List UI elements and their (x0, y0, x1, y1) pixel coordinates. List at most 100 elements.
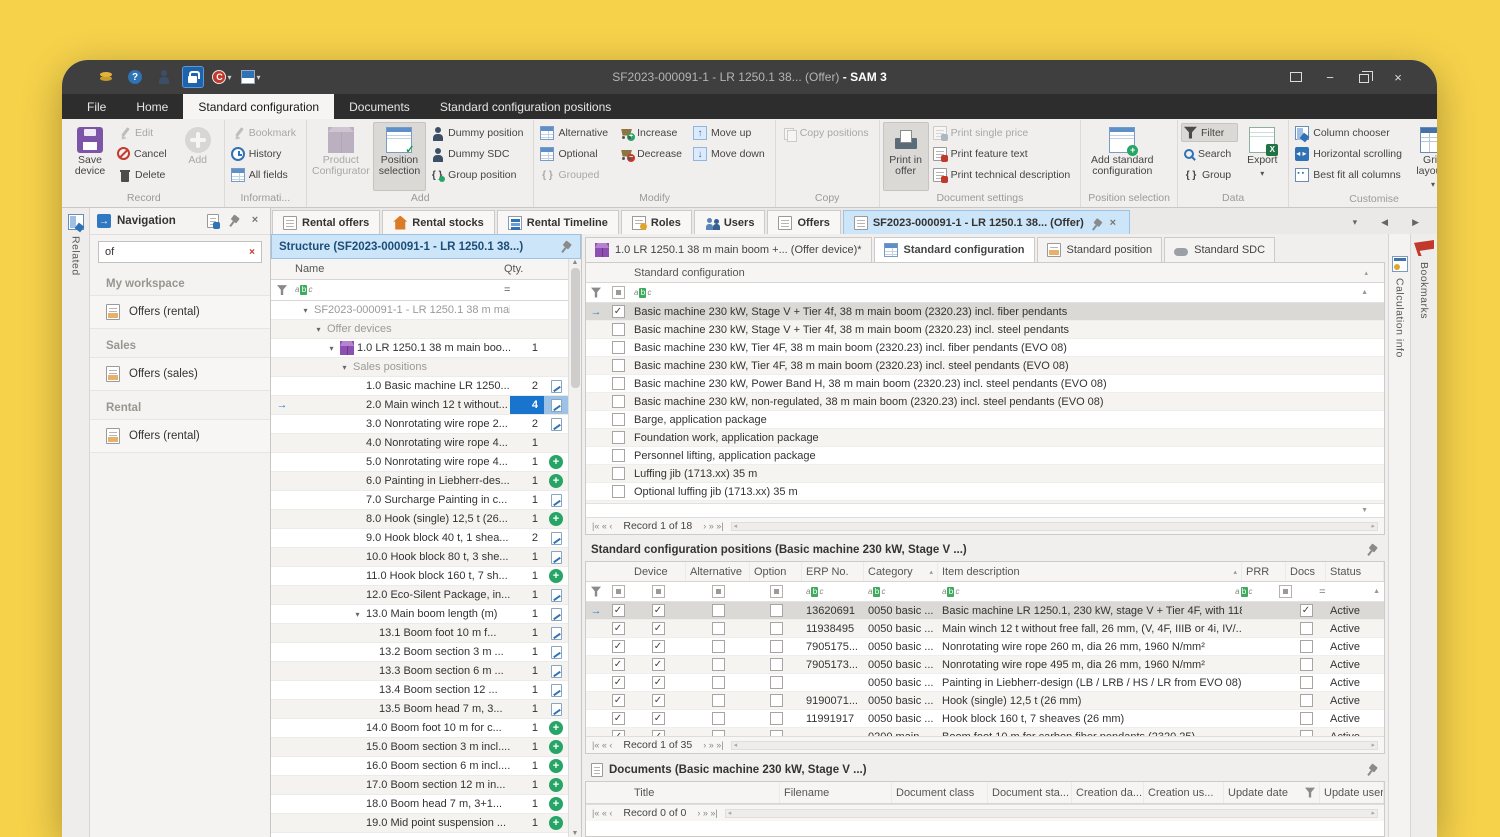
tree-row[interactable]: 6.0 Painting in Liebherr-des...1+ (271, 472, 568, 491)
tree-row[interactable]: ▾1.0 LR 1250.1 38 m main boo...1 (271, 339, 568, 358)
cell-checkbox[interactable] (712, 658, 725, 671)
device-tab-1-0-lr-1250-1-38-m-main-boom-offer-devic[interactable]: 1.0 LR 1250.1 38 m main boom +... (Offer… (585, 237, 872, 262)
structure-scrollbar[interactable]: ▲ ▼ (568, 259, 581, 837)
filter-button[interactable]: Filter (1181, 123, 1238, 142)
bookmark-button[interactable]: Bookmark (228, 123, 303, 142)
position-row[interactable]: 7905173...0050 basic ...Nonrotating wire… (586, 656, 1384, 674)
qty-cell[interactable]: 1 (510, 738, 544, 756)
cell-checkbox[interactable] (612, 658, 625, 671)
scroll-up-icon[interactable]: ▲ (1373, 588, 1380, 595)
tree-row[interactable]: 13.5 Boom head 7 m, 3...1 (271, 700, 568, 719)
document-tab-users[interactable]: Users (694, 210, 766, 234)
horizontal-scrollbar[interactable]: ◂▸ (725, 809, 1378, 818)
close-icon[interactable] (247, 213, 263, 229)
column-header-creation-da[interactable]: Creation da... (1072, 782, 1144, 803)
cell-checkbox[interactable] (770, 712, 783, 725)
qty-cell[interactable]: 1 (510, 700, 544, 718)
collapse-node-icon[interactable]: ▾ (300, 306, 311, 315)
config-row[interactable]: Barge, application package (586, 411, 1384, 429)
tree-row[interactable]: 3.0 Nonrotating wire rope 2...2 (271, 415, 568, 434)
pager-last-icon[interactable]: › » »| (703, 740, 723, 750)
config-row[interactable]: Basic machine 230 kW, non-regulated, 38 … (586, 393, 1384, 411)
related-panel-icon[interactable] (68, 214, 84, 230)
dummy-sdc-button[interactable]: Dummy SDC (427, 144, 530, 163)
config-row[interactable]: Basic machine 230 kW, Tier 4F, 38 m main… (586, 339, 1384, 357)
equals-filter-icon[interactable]: = (1319, 586, 1325, 598)
print-technical-description-button[interactable]: Print technical description (930, 165, 1078, 184)
position-row[interactable]: 7905175...0050 basic ...Nonrotating wire… (586, 638, 1384, 656)
nav-item-offers-rental[interactable]: Offers (rental) (90, 296, 270, 329)
qty-cell[interactable] (510, 301, 544, 319)
position-doc-icon[interactable] (551, 380, 562, 393)
optional-button[interactable]: Optional (537, 144, 615, 163)
position-doc-icon[interactable] (551, 627, 562, 640)
cell-checkbox[interactable] (612, 712, 625, 725)
config-checkbox[interactable] (612, 431, 625, 444)
tree-row[interactable]: 11.0 Hook block 160 t, 7 sh...1+ (271, 567, 568, 586)
text-filter-icon[interactable]: abc (942, 587, 959, 597)
menu-tab-file[interactable]: File (72, 94, 121, 119)
config-checkbox[interactable] (612, 359, 625, 372)
search-button[interactable]: Search (1181, 144, 1238, 163)
cell-checkbox[interactable] (652, 712, 665, 725)
config-row[interactable]: Basic machine 230 kW, Stage V + Tier 4f,… (586, 321, 1384, 339)
calculation-info-tab[interactable]: Calculation info (1394, 278, 1406, 358)
column-header-option[interactable]: Option (750, 562, 802, 581)
help-icon[interactable] (125, 67, 145, 87)
config-row[interactable]: Basic machine 230 kW, Power Band H, 38 m… (586, 375, 1384, 393)
column-header-standard-configuration[interactable]: Standard configuration (630, 263, 1361, 282)
tree-row[interactable]: 16.0 Boom section 6 m incl....1+ (271, 757, 568, 776)
tree-row[interactable]: 8.0 Hook (single) 12,5 t (26...1+ (271, 510, 568, 529)
config-checkbox[interactable] (612, 323, 625, 336)
pager-last-icon[interactable]: › » »| (703, 521, 723, 531)
user-icon[interactable] (154, 67, 174, 87)
coins-icon[interactable] (96, 67, 116, 87)
cell-checkbox[interactable] (1300, 622, 1313, 635)
text-filter-icon[interactable]: abc (868, 587, 885, 597)
pin-icon[interactable] (1086, 213, 1104, 231)
document-tab-sf2023-000091-1-lr-1250-1-38-offer[interactable]: SF2023-000091-1 - LR 1250.1 38... (Offer… (843, 210, 1130, 234)
config-row[interactable]: Luffing jib (1713.xx) 35 m (586, 465, 1384, 483)
edit-navigation-icon[interactable] (207, 214, 219, 228)
position-doc-icon[interactable] (551, 608, 562, 621)
column-header-document-sta[interactable]: Document sta... (988, 782, 1072, 803)
tree-row[interactable]: 1.0 Basic machine LR 1250....2 (271, 377, 568, 396)
group-position-button[interactable]: Group position (427, 165, 530, 184)
qty-cell[interactable]: 1 (510, 510, 544, 528)
all-fields-button[interactable]: All fields (228, 165, 303, 184)
text-filter-icon[interactable]: abc (634, 288, 651, 298)
position-doc-icon[interactable] (551, 646, 562, 659)
position-row[interactable]: 9190071...0050 basic ...Hook (single) 12… (586, 692, 1384, 710)
scroll-up-icon[interactable]: ▲ (572, 259, 579, 266)
column-header-erp-no[interactable]: ERP No. (802, 562, 864, 581)
qty-cell[interactable]: 1 (510, 548, 544, 566)
close-tab-icon[interactable] (1107, 216, 1119, 229)
history-button[interactable]: History (228, 144, 303, 163)
column-header-qty[interactable]: Qty. (504, 263, 544, 275)
qty-cell[interactable]: 1 (510, 567, 544, 585)
flag-icon[interactable]: ▾ (241, 67, 261, 87)
column-header-name[interactable]: Name (293, 263, 504, 275)
add-position-icon[interactable]: + (549, 778, 563, 792)
config-row[interactable]: →Basic machine 230 kW, Stage V + Tier 4f… (586, 303, 1384, 321)
move-down-button[interactable]: ↓Move down (690, 144, 772, 163)
checkbox-filter-icon[interactable] (612, 585, 625, 598)
add-position-icon[interactable]: + (549, 455, 563, 469)
filter-icon[interactable] (591, 287, 601, 298)
cell-checkbox[interactable] (612, 622, 625, 635)
tree-row[interactable]: 13.1 Boom foot 10 m f...1 (271, 624, 568, 643)
alternative-button[interactable]: Alternative (537, 123, 615, 142)
cell-checkbox[interactable] (770, 604, 783, 617)
tree-row[interactable]: 7.0 Surcharge Painting in c...1 (271, 491, 568, 510)
dummy-position-button[interactable]: Dummy position (427, 123, 530, 142)
column-header-creation-us[interactable]: Creation us... (1144, 782, 1224, 803)
column-header-alternative[interactable]: Alternative (686, 562, 750, 581)
qty-cell[interactable]: 1 (510, 586, 544, 604)
config-checkbox[interactable] (612, 413, 625, 426)
edit-button[interactable]: Edit (114, 123, 174, 142)
position-row[interactable]: 0050 basic ...Painting in Liebherr-desig… (586, 674, 1384, 692)
config-row[interactable]: Personnel lifting, application package (586, 447, 1384, 465)
c-badge-icon[interactable]: ▾ (212, 67, 232, 87)
document-tab-rental-offers[interactable]: Rental offers (272, 210, 380, 234)
pager-last-icon[interactable]: › » »| (697, 808, 717, 818)
